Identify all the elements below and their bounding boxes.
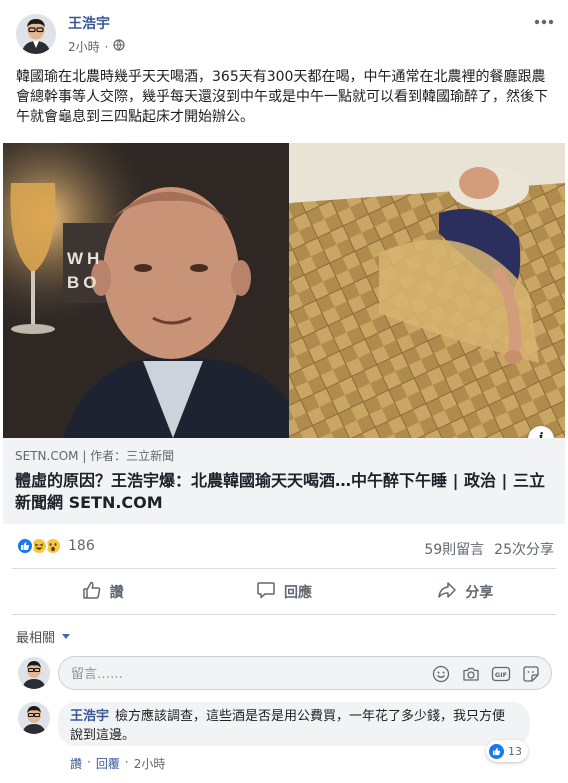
like-label: 讚 xyxy=(109,585,124,601)
sticker-icon[interactable] xyxy=(521,664,541,684)
comment-like-link[interactable]: 讚 xyxy=(70,755,82,772)
divider xyxy=(12,568,556,569)
comment-sort-dropdown[interactable]: 最相關 xyxy=(16,627,71,646)
comment-input-box[interactable]: GIF xyxy=(58,656,552,690)
comment-input[interactable] xyxy=(71,664,401,684)
post-action-bar: 讚 回應 分享 xyxy=(12,572,556,612)
emoji-icon[interactable] xyxy=(431,664,451,684)
link-source: SETN.COM | 作者：三立新聞 xyxy=(15,449,175,463)
camera-icon[interactable] xyxy=(461,664,481,684)
speech-bubble-icon xyxy=(256,580,276,604)
share-arrow-icon xyxy=(437,580,457,604)
more-dots-icon[interactable] xyxy=(534,14,554,26)
comment-bubble: 王浩宇 檢方應該調查，這些酒是否是用公費買，一年花了多少錢，我只方便說到這邊。 xyxy=(58,702,530,746)
comment-label: 回應 xyxy=(283,585,312,601)
separator: · xyxy=(124,755,129,769)
globe-icon xyxy=(113,39,126,54)
facebook-post: 王浩宇 2小時 · 韓國瑜在北農時幾乎天天喝酒，365天有300天都在喝，中午通… xyxy=(0,0,568,783)
comment-timestamp[interactable]: 2小時 xyxy=(134,755,166,772)
comment-text: 檢方應該調查，這些酒是否是用公費買，一年花了多少錢，我只方便說到這邊。 xyxy=(70,709,506,743)
comment-author[interactable]: 王浩宇 xyxy=(70,709,109,724)
thumbs-up-icon xyxy=(82,580,102,604)
post-photo[interactable]: WH BO xyxy=(3,143,565,438)
svg-text:GIF: GIF xyxy=(495,671,507,679)
comment-button[interactable]: 回應 xyxy=(193,572,374,612)
comment-reply-link[interactable]: 回覆 xyxy=(96,755,120,772)
commenter-avatar[interactable] xyxy=(18,702,50,734)
share-label: 分享 xyxy=(465,585,494,601)
gif-icon[interactable]: GIF xyxy=(491,664,511,684)
photo-right-sleeping xyxy=(289,143,565,438)
comment-reaction-badge[interactable]: 13 xyxy=(486,740,528,762)
share-button[interactable]: 分享 xyxy=(375,572,556,612)
reaction-summary[interactable]: 186 xyxy=(16,537,95,555)
share-count[interactable]: 25次分享 xyxy=(494,539,554,559)
post-timestamp[interactable]: 2小時 xyxy=(68,38,100,55)
post-body-text: 韓國瑜在北農時幾乎天天喝酒，365天有300天都在喝，中午通常在北農裡的餐廳跟農… xyxy=(16,69,548,125)
link-title[interactable]: 體虛的原因？王浩宇爆：北農韓國瑜天天喝酒…中午醉下午睡 | 政治 | 三立新聞網… xyxy=(15,470,551,514)
like-reaction-icon xyxy=(16,537,34,555)
sort-label: 最相關 xyxy=(16,631,56,646)
caret-down-icon xyxy=(62,634,71,639)
comment-actions: 讚 · 回覆 · 2小時 xyxy=(70,755,165,772)
current-user-avatar[interactable] xyxy=(18,657,50,689)
engagement-stats: 59則留言 25次分享 xyxy=(424,539,554,559)
author-avatar[interactable] xyxy=(16,14,56,54)
reaction-count: 186 xyxy=(68,538,95,554)
comment-reaction-count: 13 xyxy=(508,744,522,758)
like-reaction-icon xyxy=(489,743,504,759)
photo-left-portrait: WH BO xyxy=(3,143,289,438)
post-author-name[interactable]: 王浩宇 xyxy=(68,13,110,33)
post-meta: 2小時 · xyxy=(68,38,126,55)
link-preview[interactable]: SETN.COM | 作者：三立新聞 體虛的原因？王浩宇爆：北農韓國瑜天天喝酒…… xyxy=(3,438,565,524)
photo-sign-text: WH BO xyxy=(67,249,104,292)
like-button[interactable]: 讚 xyxy=(12,572,193,612)
separator: · xyxy=(87,755,91,769)
comment-input-icons: GIF xyxy=(431,664,541,684)
comment-count[interactable]: 59則留言 xyxy=(424,539,484,559)
divider xyxy=(12,614,556,615)
